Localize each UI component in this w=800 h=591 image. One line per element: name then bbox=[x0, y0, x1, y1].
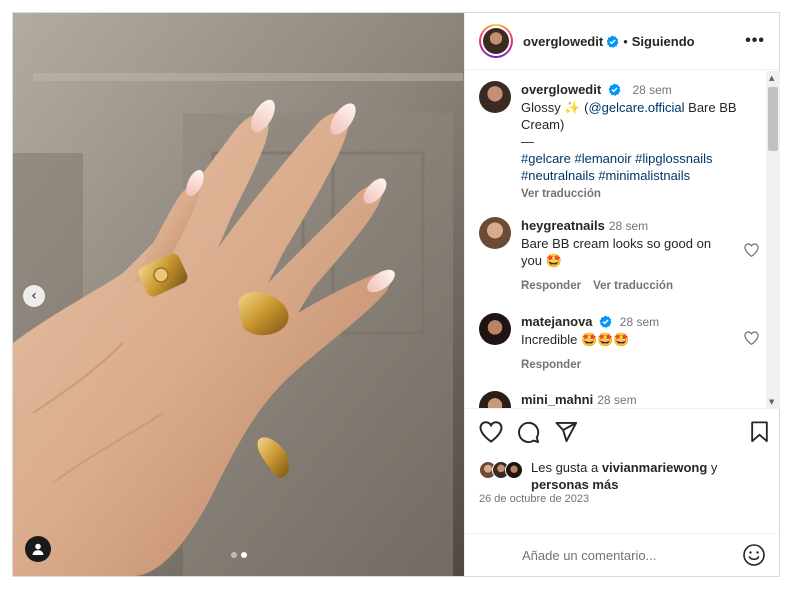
likes-prefix: Les gusta a bbox=[531, 460, 602, 475]
liker-avatars[interactable] bbox=[479, 461, 523, 493]
caption-text-start: Glossy ✨ ( bbox=[521, 100, 589, 115]
chevron-left-icon: ‹ bbox=[31, 288, 37, 304]
likes-summary: Les gusta a vivianmariewong y personas m… bbox=[479, 459, 769, 493]
following-button[interactable]: Siguiendo bbox=[632, 34, 695, 49]
reply-button[interactable]: Responder bbox=[521, 280, 581, 292]
liker-avatar bbox=[505, 461, 523, 479]
comment-text: Incredible 🤩🤩🤩 bbox=[521, 332, 630, 347]
user-icon bbox=[32, 543, 44, 555]
header-separator: • bbox=[623, 33, 628, 49]
likes-suffix: y bbox=[707, 460, 718, 475]
caption-username[interactable]: overglowedit bbox=[521, 82, 601, 97]
liker-username[interactable]: vivianmariewong bbox=[602, 460, 707, 475]
more-options-icon[interactable]: ••• bbox=[745, 32, 765, 50]
avatar[interactable] bbox=[479, 313, 511, 345]
comment-item: heygreatnails 28 sem Bare BB cream looks … bbox=[479, 217, 759, 295]
caption: overglowedit 28 sem Glossy ✨ (@gelcare.o… bbox=[479, 81, 759, 203]
post-date[interactable]: 26 de octubre de 2023 bbox=[479, 493, 589, 505]
avatar[interactable] bbox=[479, 391, 511, 408]
comment-username[interactable]: matejanova bbox=[521, 314, 593, 329]
like-comment-heart-icon[interactable] bbox=[744, 331, 759, 345]
reply-button[interactable]: Responder bbox=[521, 359, 581, 371]
comments-scrollbar[interactable]: ▲ ▼ bbox=[766, 71, 780, 408]
like-comment-heart-icon[interactable] bbox=[744, 243, 759, 257]
scroll-down-arrow-icon[interactable]: ▼ bbox=[769, 398, 774, 406]
avatar[interactable] bbox=[479, 217, 511, 249]
verified-badge-icon bbox=[606, 34, 619, 48]
comment-icon[interactable] bbox=[517, 421, 540, 444]
others-likes-link[interactable]: personas más bbox=[531, 477, 618, 492]
post-sidebar: overglowedit • Siguiendo ••• overglowedi… bbox=[464, 13, 780, 576]
carousel-prev-button[interactable]: ‹ bbox=[23, 285, 45, 307]
post-header: overglowedit • Siguiendo ••• bbox=[465, 13, 779, 70]
carousel-dot-active bbox=[241, 552, 247, 558]
post-dialog: ‹ overglowedit • Siguiendo ••• overglowe… bbox=[12, 12, 780, 577]
caption-time[interactable]: 28 sem bbox=[632, 83, 671, 97]
scroll-up-arrow-icon[interactable]: ▲ bbox=[769, 74, 774, 82]
comment-username[interactable]: heygreatnails bbox=[521, 218, 605, 233]
heart-icon[interactable] bbox=[479, 421, 503, 443]
comment-item: matejanova 28 sem Incredible 🤩🤩🤩 Respond… bbox=[479, 313, 759, 374]
verified-badge-icon bbox=[608, 83, 621, 96]
bookmark-icon[interactable] bbox=[750, 421, 769, 443]
smiley-icon[interactable] bbox=[742, 543, 766, 567]
comment-item: mini_mahni 28 sem bbox=[479, 391, 759, 408]
comment-time[interactable]: 28 sem bbox=[597, 393, 636, 407]
paper-plane-icon[interactable] bbox=[555, 421, 578, 443]
carousel-indicator bbox=[231, 552, 247, 558]
mention-link[interactable]: @gelcare.official bbox=[588, 100, 684, 115]
comment-time[interactable]: 28 sem bbox=[609, 219, 648, 233]
comment-text: Bare BB cream looks so good on you 🤩 bbox=[521, 236, 712, 268]
comment-username[interactable]: mini_mahni bbox=[521, 392, 593, 407]
translate-link[interactable]: Ver traducción bbox=[521, 186, 759, 203]
post-actions bbox=[479, 421, 769, 451]
post-image[interactable]: ‹ bbox=[13, 13, 464, 576]
carousel-dot bbox=[231, 552, 237, 558]
author-username[interactable]: overglowedit bbox=[523, 34, 603, 49]
comment-input[interactable] bbox=[522, 547, 742, 563]
translate-link[interactable]: Ver traducción bbox=[593, 280, 673, 292]
avatar[interactable] bbox=[479, 81, 511, 113]
add-comment-bar bbox=[465, 533, 780, 576]
hand-photo bbox=[13, 13, 464, 576]
author-avatar[interactable] bbox=[479, 24, 513, 58]
scrollbar-thumb[interactable] bbox=[768, 87, 778, 151]
comment-time[interactable]: 28 sem bbox=[620, 315, 659, 329]
caption-dash: — bbox=[521, 134, 534, 149]
verified-badge-icon bbox=[599, 315, 612, 328]
avatar-image bbox=[483, 28, 509, 54]
caption-text: Glossy ✨ (@gelcare.official Bare BB Crea… bbox=[521, 99, 759, 133]
comments-list: overglowedit 28 sem Glossy ✨ (@gelcare.o… bbox=[465, 71, 780, 409]
tagged-users-button[interactable] bbox=[25, 536, 51, 562]
hashtags[interactable]: #gelcare #lemanoir #lipglossnails #neutr… bbox=[521, 150, 759, 184]
